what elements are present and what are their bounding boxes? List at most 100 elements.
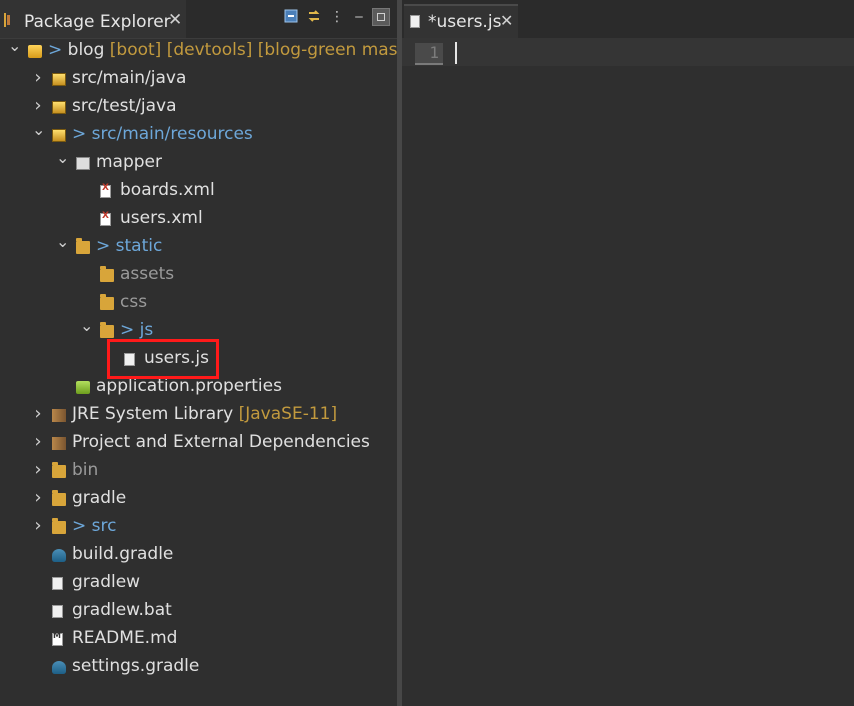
chevron-down-icon[interactable]: ⌄ — [56, 148, 69, 167]
package-folder-icon — [52, 129, 66, 142]
item-name: src/main/java — [72, 68, 187, 88]
tree-item-label: settings.gradle — [72, 656, 199, 676]
view-menu-icon[interactable]: ⋮ — [328, 8, 346, 26]
item-name: Project and External Dependencies — [72, 432, 370, 452]
item-name: css — [120, 292, 148, 312]
tree-item-label: > src — [72, 516, 116, 536]
dirty-marker: > — [120, 320, 140, 340]
tree-item[interactable]: README.md — [0, 626, 397, 654]
package-explorer-view: Package Explorer ✕ ⋮ ‒ ⌄ > blog [boot] [d… — [0, 0, 428, 706]
tree-item[interactable]: ⌄ mapper — [0, 148, 397, 178]
tree-item[interactable]: css — [0, 290, 397, 318]
tree-item-label: > src/main/resources — [72, 124, 253, 144]
tree-item[interactable]: › Project and External Dependencies — [0, 430, 397, 458]
chevron-right-icon[interactable]: › — [32, 67, 44, 88]
tree-item[interactable]: › src/test/java — [0, 94, 397, 122]
tree-item-label: Project and External Dependencies — [72, 432, 370, 452]
xml-file-icon — [100, 211, 111, 226]
chevron-right-icon[interactable]: › — [32, 95, 44, 116]
item-name: src/test/java — [72, 96, 177, 116]
package-folder-icon — [52, 101, 66, 114]
minimize-icon[interactable]: ‒ — [350, 8, 368, 26]
close-icon[interactable]: ✕ — [500, 11, 513, 30]
dirty-marker: > — [96, 236, 116, 256]
xml-file-icon — [100, 183, 111, 198]
tree-item[interactable]: › gradle — [0, 486, 397, 514]
tree-item[interactable]: settings.gradle — [0, 654, 397, 682]
text-caret — [455, 42, 457, 64]
tree-item[interactable]: gradlew — [0, 570, 397, 598]
tree-item[interactable]: assets — [0, 262, 397, 290]
ide-window: Package Explorer ✕ ⋮ ‒ ⌄ > blog [boot] [d… — [0, 0, 854, 706]
markdown-file-icon — [52, 631, 63, 646]
item-decoration: [JavaSE-11] — [233, 404, 338, 424]
tree-item[interactable]: boards.xml — [0, 178, 397, 206]
dirty-marker: > — [48, 40, 68, 60]
item-decoration: [boot] [devtools] [blog-green master] — [104, 40, 429, 60]
tree-item-label: mapper — [96, 152, 162, 172]
tree-item-label: assets — [120, 264, 174, 284]
folder-icon — [100, 294, 114, 310]
tree-item-label: gradlew — [72, 572, 140, 592]
chevron-right-icon[interactable]: › — [32, 515, 44, 536]
tree-item[interactable]: gradlew.bat — [0, 598, 397, 626]
tree-item-label: README.md — [72, 628, 177, 648]
editor-tab-title: *users.js — [428, 12, 502, 32]
item-name: src — [91, 516, 117, 536]
chevron-right-icon[interactable]: › — [32, 403, 44, 424]
chevron-down-icon[interactable]: ⌄ — [8, 36, 21, 55]
tree-item[interactable]: ⌄ > static — [0, 232, 397, 262]
mapper-package-icon — [76, 157, 90, 170]
tree-item[interactable]: ⌄ > blog [boot] [devtools] [blog-green ma… — [0, 36, 428, 66]
item-name: gradlew.bat — [72, 600, 172, 620]
tree-item[interactable]: build.gradle — [0, 542, 397, 570]
chevron-right-icon[interactable]: › — [32, 459, 44, 480]
folder-icon — [76, 238, 90, 254]
tab-users-js[interactable]: *users.js ✕ — [404, 4, 518, 38]
tree-item-label: gradlew.bat — [72, 600, 172, 620]
maximize-icon[interactable] — [372, 8, 390, 26]
link-with-editor-icon[interactable] — [305, 8, 323, 26]
properties-file-icon — [76, 381, 90, 394]
tree-item-label: > blog [boot] [devtools] [blog-green mas… — [48, 40, 428, 60]
code-editor[interactable]: 1 — [402, 38, 854, 706]
close-icon[interactable]: ✕ — [168, 10, 182, 30]
tree-item[interactable]: users.xml — [0, 206, 397, 234]
item-name: build.gradle — [72, 544, 174, 564]
tree-item-label: bin — [72, 460, 98, 480]
tree-item[interactable]: › JRE System Library [JavaSE-11] — [0, 402, 397, 430]
chevron-down-icon[interactable]: ⌄ — [56, 232, 69, 251]
file-icon — [52, 605, 63, 618]
tree-item-label: src/test/java — [72, 96, 177, 116]
item-name: src/main/resources — [91, 124, 253, 144]
item-name: blog — [67, 40, 105, 60]
tree-item-label: users.xml — [120, 208, 203, 228]
tree-item-label: JRE System Library [JavaSE-11] — [72, 404, 337, 424]
item-name: README.md — [72, 628, 178, 648]
item-name: bin — [72, 460, 99, 480]
editor-area: *users.js ✕ 1 — [402, 0, 854, 706]
chevron-down-icon[interactable]: ⌄ — [80, 316, 93, 335]
gradle-file-icon — [52, 661, 66, 674]
tree-item[interactable]: › > src — [0, 514, 397, 542]
item-name: gradlew — [72, 572, 141, 592]
js-file-icon — [410, 15, 420, 28]
chevron-right-icon[interactable]: › — [32, 487, 44, 508]
tree-item[interactable]: › src/main/java — [0, 66, 397, 94]
tree-item-label: css — [120, 292, 147, 312]
folder-icon — [52, 518, 66, 534]
explorer-tabbar: Package Explorer ✕ ⋮ ‒ — [0, 0, 397, 39]
chevron-right-icon[interactable]: › — [32, 431, 44, 452]
folder-icon — [52, 490, 66, 506]
chevron-down-icon[interactable]: ⌄ — [32, 120, 45, 139]
tab-package-explorer[interactable]: Package Explorer ✕ — [0, 0, 186, 38]
tree-item[interactable]: › bin — [0, 458, 397, 486]
tree-item[interactable]: ⌄ > src/main/resources — [0, 120, 397, 150]
collapse-all-icon[interactable] — [282, 8, 300, 26]
tree-item-label: src/main/java — [72, 68, 186, 88]
library-icon — [52, 437, 66, 450]
tree-item-label: application.properties — [96, 376, 282, 396]
tree-item-label: build.gradle — [72, 544, 173, 564]
tree-item-label: gradle — [72, 488, 126, 508]
item-name: JRE System Library — [72, 404, 234, 424]
